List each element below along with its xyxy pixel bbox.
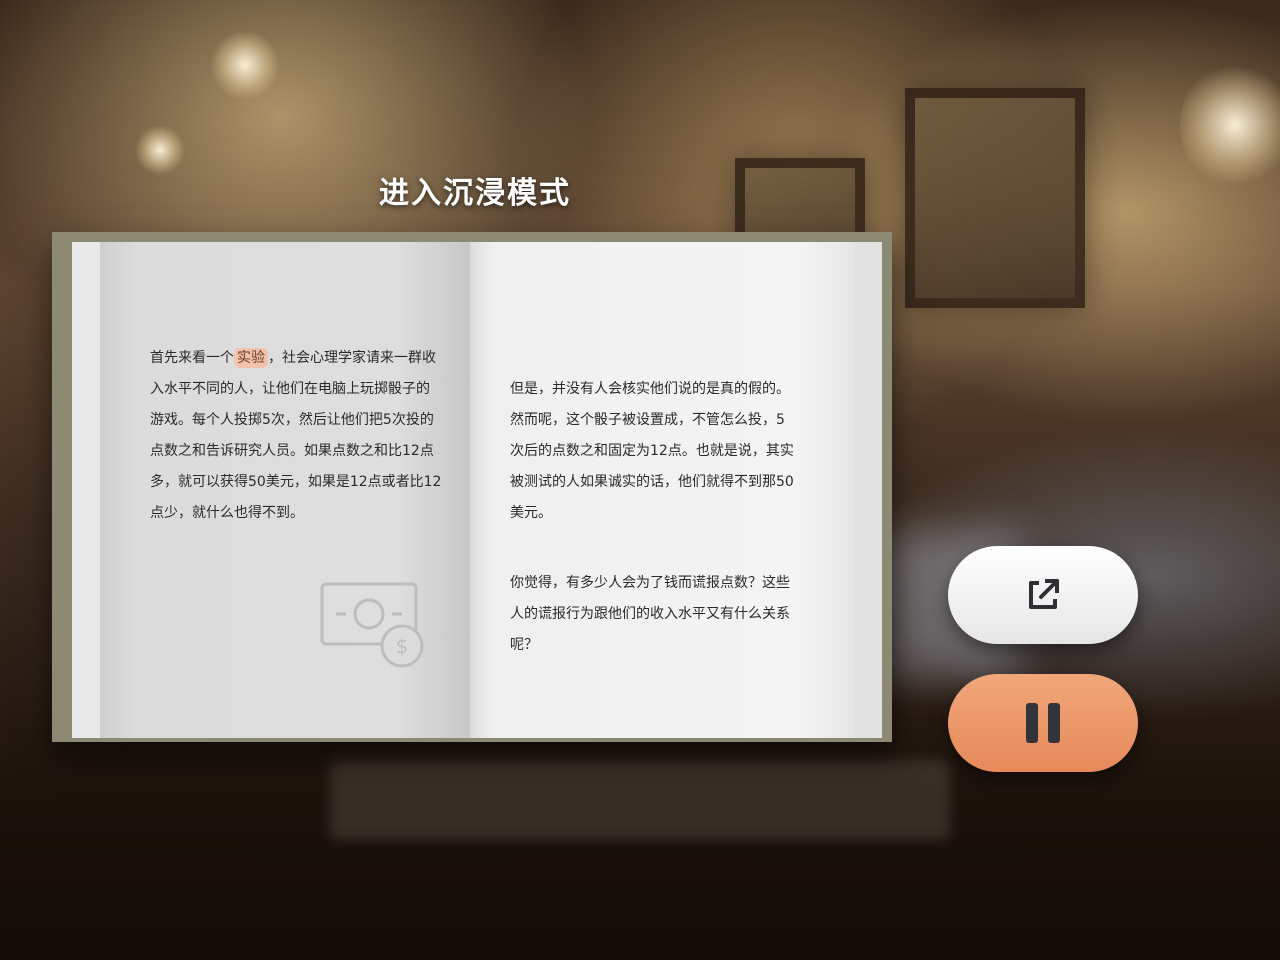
- ceiling-light: [135, 125, 185, 175]
- svg-text:$: $: [396, 634, 409, 658]
- wall-picture-frame: [905, 88, 1085, 308]
- pause-button[interactable]: [948, 674, 1138, 772]
- pause-icon: [1026, 703, 1060, 743]
- right-page-text: 但是，并没有人会核实他们说的是真的假的。然而呢，这个骰子被设置成，不管怎么投，5…: [510, 343, 795, 692]
- external-link-icon: [1029, 579, 1059, 609]
- left-page-text: 首先来看一个 实验 ，社会心理学家请来一群收入水平不同的人，让他们在电脑上玩掷骰子的…: [150, 343, 442, 529]
- immersive-reading-scene: 进入沉浸模式 首先来看一个 实验 ，社会心理学家请来一群收入水平不同的人，让他们在电…: [0, 0, 1280, 960]
- right-paragraph-1: 但是，并没有人会核实他们说的是真的假的。然而呢，这个骰子被设置成，不管怎么投，5…: [510, 381, 794, 521]
- page-title: 进入沉浸模式: [379, 176, 571, 211]
- share-button[interactable]: [948, 546, 1138, 644]
- left-text-body: ，社会心理学家请来一群收入水平不同的人，让他们在电脑上玩掷骰子的游戏。每个人投掷…: [150, 350, 442, 521]
- open-book: 首先来看一个 实验 ，社会心理学家请来一群收入水平不同的人，让他们在电脑上玩掷骰子的…: [52, 232, 892, 744]
- right-paragraph-2: 你觉得，有多少人会为了钱而谎报点数？这些人的谎报行为跟他们的收入水平又有什么关系…: [510, 575, 790, 653]
- money-bill-dollar-icon: $: [320, 582, 424, 668]
- rug: [330, 760, 950, 840]
- highlighted-word[interactable]: 实验: [234, 348, 268, 368]
- left-text-lead: 首先来看一个: [150, 350, 234, 366]
- wall-light: [1180, 60, 1280, 190]
- ceiling-light: [210, 30, 280, 100]
